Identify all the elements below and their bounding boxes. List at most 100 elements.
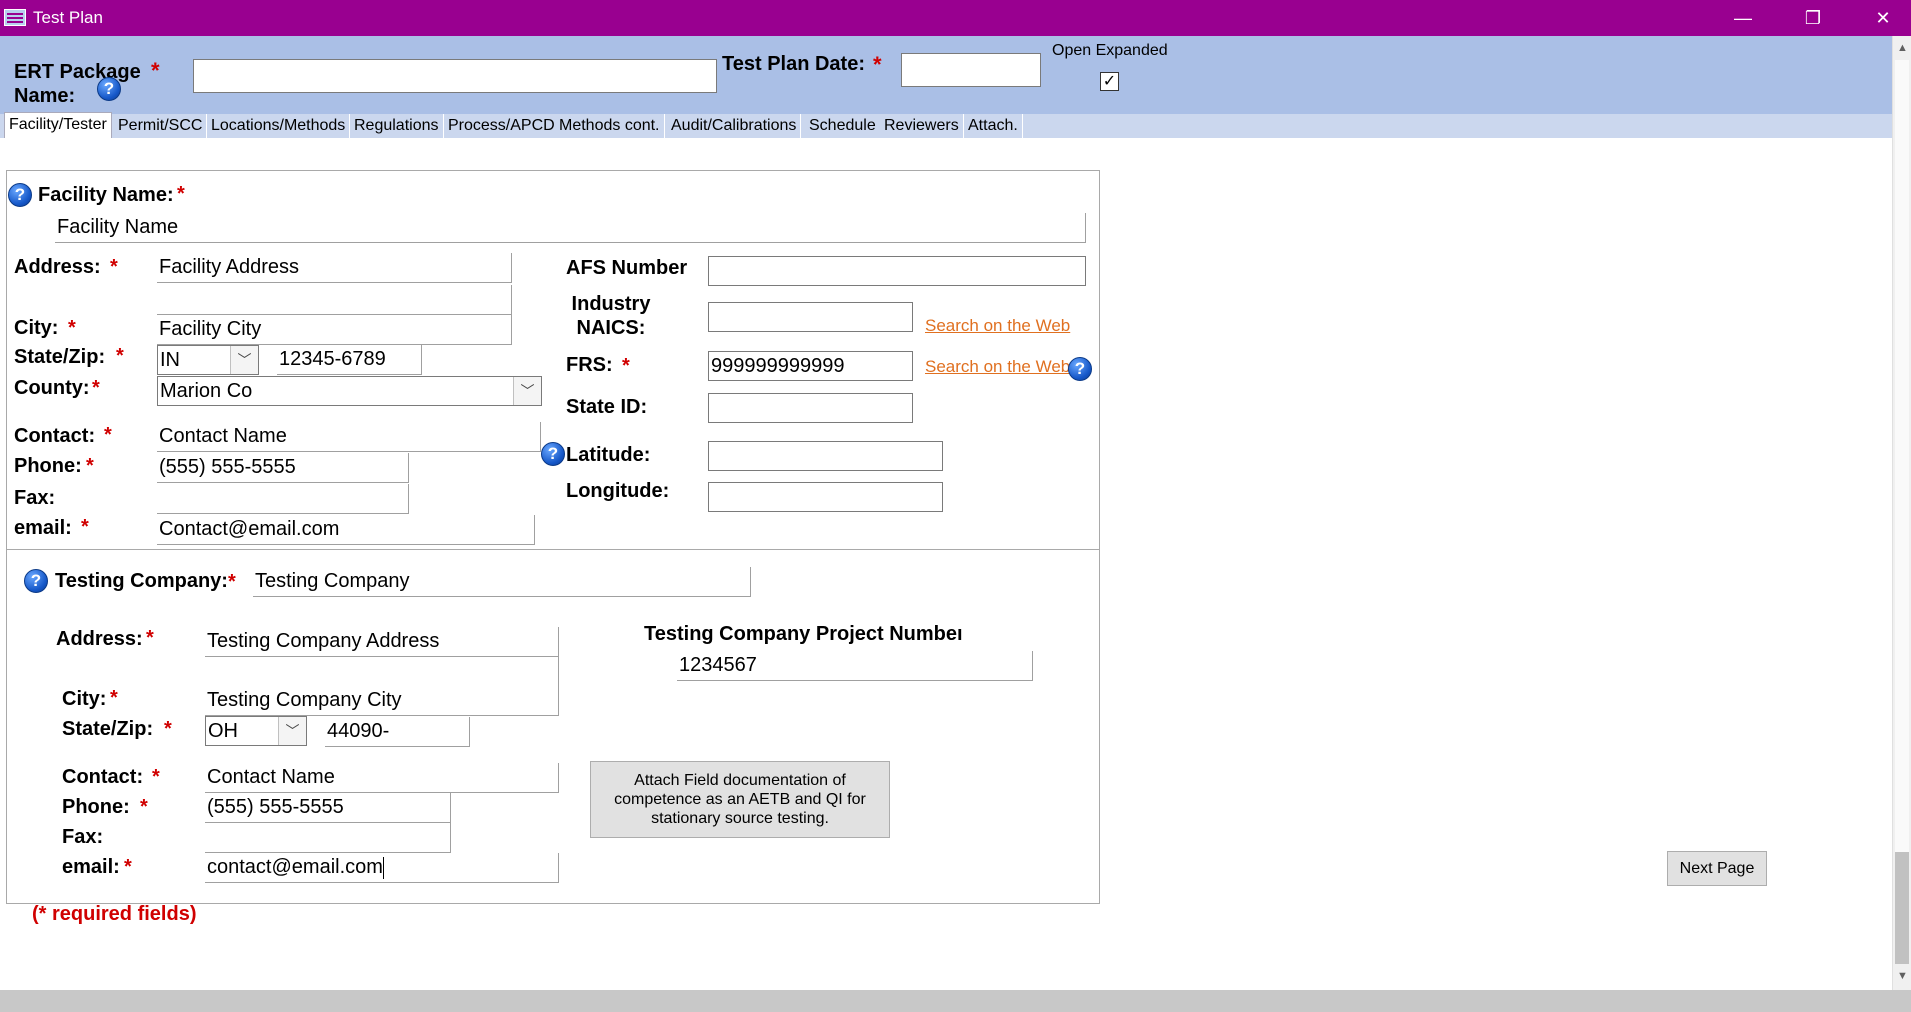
tc-state-zip-required-mark: * — [164, 718, 172, 740]
test-plan-date-label: Test Plan Date: — [722, 53, 865, 75]
afs-number-input[interactable] — [708, 256, 1086, 286]
facility-fax-input[interactable] — [157, 484, 409, 514]
tc-email-input[interactable]: contact@email.com — [205, 853, 559, 883]
tc-email-required-mark: * — [124, 856, 132, 878]
scrollbar-track[interactable] — [1895, 60, 1909, 852]
facility-name-required-mark: * — [177, 183, 185, 205]
section-divider — [6, 549, 1100, 550]
facility-county-label: County: — [14, 377, 90, 399]
next-page-button[interactable]: Next Page — [1667, 851, 1767, 886]
tc-email-label: email: — [62, 856, 120, 878]
industry-naics-label-line1: Industry — [571, 293, 651, 315]
frs-label: FRS: — [566, 354, 613, 376]
facility-state-select[interactable]: IN ﹀ — [157, 345, 259, 375]
facility-contact-input[interactable]: Contact Name — [157, 422, 541, 452]
tc-project-number-label: Testing Company Project Numbeı — [644, 623, 963, 645]
facility-email-input[interactable]: Contact@email.com — [157, 515, 535, 545]
tc-address-label: Address: — [56, 628, 143, 650]
facility-county-required-mark: * — [92, 377, 100, 399]
tab-audit-calibrations[interactable]: Audit/Calibrations — [667, 114, 802, 138]
form-icon — [4, 9, 26, 26]
tab-regulations[interactable]: Regulations — [350, 114, 444, 138]
status-bar — [0, 990, 1911, 1012]
tc-address-line2-input[interactable] — [205, 657, 559, 687]
tc-city-input[interactable]: Testing Company City — [205, 686, 559, 716]
facility-phone-input[interactable]: (555) 555-5555 — [157, 453, 409, 483]
facility-name-input[interactable]: Facility Name — [55, 213, 1086, 243]
facility-name-label: Facility Name: — [38, 184, 174, 206]
facility-zip-input[interactable]: 12345-6789 — [277, 345, 422, 375]
open-expanded-label: Open Expanded — [1052, 42, 1168, 59]
facility-address-line2-input[interactable] — [157, 285, 512, 315]
facility-name-help-icon[interactable]: ? — [8, 183, 32, 207]
minimize-button[interactable]: — — [1720, 0, 1766, 36]
tc-phone-required-mark: * — [140, 796, 148, 818]
latitude-label: Latitude: — [566, 444, 651, 466]
frs-input[interactable]: 999999999999 — [708, 351, 913, 381]
window-title: Test Plan — [33, 8, 103, 27]
tc-address-required-mark: * — [146, 627, 154, 649]
tc-contact-label: Contact: — [62, 766, 144, 788]
tc-zip-input[interactable]: 44090- — [325, 717, 470, 747]
ert-package-name-input[interactable] — [193, 59, 717, 93]
scrollbar-thumb[interactable] — [1895, 852, 1909, 964]
longitude-input[interactable] — [708, 482, 943, 512]
industry-naics-input[interactable] — [708, 302, 913, 332]
ert-package-label: ERT Package Name: — [14, 61, 141, 107]
facility-city-input[interactable]: Facility City — [157, 315, 512, 345]
frs-required-mark: * — [622, 355, 630, 377]
open-expanded-checkbox[interactable]: ✓ — [1100, 72, 1119, 91]
ert-package-required-mark: * — [151, 58, 160, 83]
chevron-down-icon[interactable]: ﹀ — [230, 346, 258, 374]
facility-state-zip-label: State/Zip: — [14, 346, 106, 368]
tab-methods-cont[interactable]: Methods cont. — [555, 114, 665, 138]
facility-phone-required-mark: * — [86, 455, 94, 477]
latitude-help-icon[interactable]: ? — [541, 442, 565, 466]
tc-project-number-input[interactable]: 1234567 — [677, 651, 1033, 681]
testing-company-required-mark: * — [228, 571, 236, 593]
restore-button[interactable]: ❐ — [1790, 0, 1836, 36]
testing-company-help-icon[interactable]: ? — [24, 569, 48, 593]
attach-documentation-button[interactable]: Attach Field documentation of competence… — [590, 761, 890, 838]
tab-locations-methods[interactable]: Locations/Methods — [207, 114, 351, 138]
facility-address-line1-input[interactable]: Facility Address — [157, 253, 512, 283]
facility-county-select[interactable]: Marion Co ﹀ — [157, 376, 542, 406]
tab-attach[interactable]: Attach. — [964, 114, 1023, 138]
test-plan-date-input[interactable] — [901, 53, 1041, 87]
scroll-up-icon[interactable]: ▲ — [1893, 38, 1911, 58]
tc-contact-input[interactable]: Contact Name — [205, 763, 559, 793]
tc-city-label: City: — [62, 688, 107, 710]
tab-schedule[interactable]: Schedule — [805, 114, 881, 138]
naics-search-link[interactable]: Search on the Web — [925, 316, 1070, 336]
industry-naics-label: Industry NAICS: — [566, 292, 656, 340]
chevron-down-icon[interactable]: ﹀ — [513, 377, 541, 405]
tc-fax-input[interactable] — [205, 823, 451, 853]
latitude-input[interactable] — [708, 441, 943, 471]
facility-city-label: City: — [14, 317, 59, 339]
scroll-down-icon[interactable]: ▼ — [1893, 966, 1911, 986]
facility-email-label: email: — [14, 517, 72, 539]
state-id-input[interactable] — [708, 393, 913, 423]
tab-permit-scc[interactable]: Permit/SCC — [114, 114, 208, 138]
facility-contact-required-mark: * — [104, 424, 112, 446]
facility-city-required-mark: * — [68, 317, 76, 339]
text-cursor — [383, 857, 384, 879]
tc-phone-input[interactable]: (555) 555-5555 — [205, 793, 451, 823]
tc-phone-label: Phone: — [62, 796, 130, 818]
vertical-scrollbar[interactable]: ▲ ▼ — [1892, 36, 1911, 990]
tab-reviewers[interactable]: Reviewers — [880, 114, 964, 138]
facility-state-value: IN — [160, 349, 180, 371]
tc-contact-required-mark: * — [152, 766, 160, 788]
ert-package-help-icon[interactable]: ? — [97, 77, 121, 101]
tab-facility-tester[interactable]: Facility/Tester — [4, 112, 112, 138]
tab-process-apcd[interactable]: Process/APCD — [444, 114, 560, 138]
frs-help-icon[interactable]: ? — [1068, 357, 1092, 381]
chevron-down-icon[interactable]: ﹀ — [278, 717, 306, 745]
frs-search-link[interactable]: Search on the Web — [925, 357, 1070, 377]
longitude-label: Longitude: — [566, 480, 670, 502]
close-button[interactable]: ✕ — [1860, 0, 1906, 36]
tc-state-value: OH — [208, 720, 238, 742]
tc-address-line1-input[interactable]: Testing Company Address — [205, 627, 559, 657]
tc-state-select[interactable]: OH ﹀ — [205, 716, 307, 746]
testing-company-name-input[interactable]: Testing Company — [253, 567, 751, 597]
